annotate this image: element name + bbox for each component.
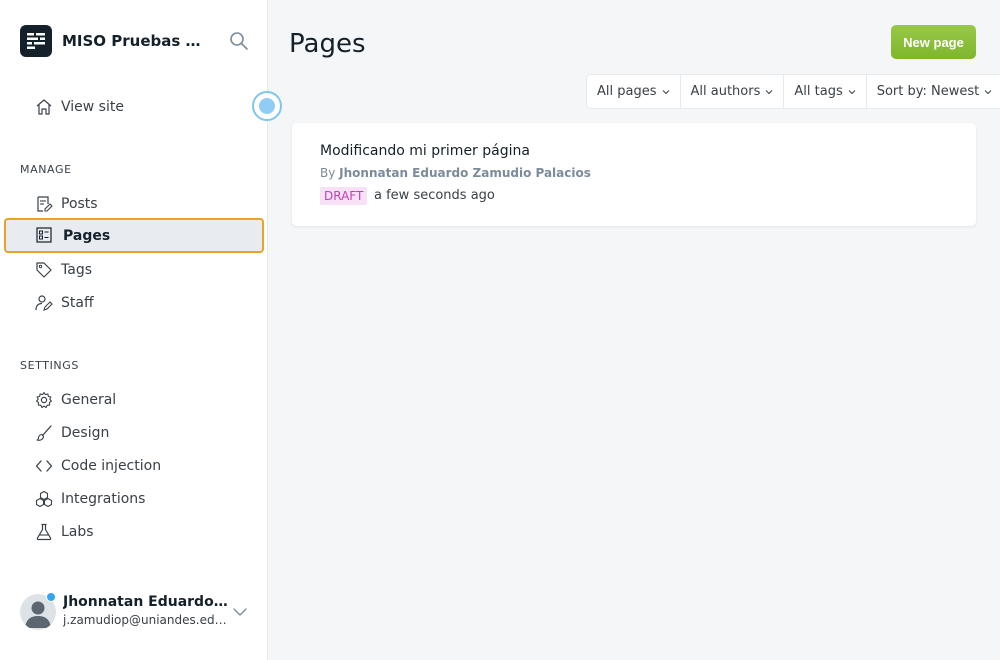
filter-label: All pages	[597, 84, 657, 99]
notification-dot	[46, 592, 56, 602]
sidebar-item-posts[interactable]: Posts	[4, 187, 264, 220]
filter-all-pages[interactable]: All pages	[587, 75, 681, 108]
chevron-down-icon	[766, 89, 773, 94]
filter-label: Sort by: Newest	[876, 84, 980, 99]
code-icon	[35, 460, 53, 472]
chevron-down-icon[interactable]	[232, 604, 248, 620]
filter-sort[interactable]: Sort by: Newest	[867, 75, 1000, 108]
flask-icon	[36, 523, 52, 541]
chevron-down-icon	[848, 89, 856, 94]
brush-icon	[36, 425, 52, 441]
tag-icon	[36, 262, 52, 278]
filter-bar: All pages All authors All tags Sort by: …	[587, 75, 1000, 108]
page-timestamp: a few seconds ago	[374, 188, 495, 203]
manage-section-label: MANAGE	[20, 163, 72, 176]
sidebar-item-general[interactable]: General	[4, 383, 264, 416]
sidebar-item-label: Posts	[61, 195, 98, 212]
sidebar-item-design[interactable]: Design	[4, 416, 264, 449]
sidebar-item-labs[interactable]: Labs	[4, 515, 264, 548]
sidebar-item-label: Staff	[61, 294, 94, 311]
page-author: Jhonnatan Eduardo Zamudio Palacios	[339, 166, 591, 180]
user-menu[interactable]: Jhonnatan Eduardo Za... j.zamudiop@unian…	[20, 592, 260, 632]
staff-icon	[35, 295, 53, 311]
page-author-line: By Jhonnatan Eduardo Zamudio Palacios	[320, 166, 591, 180]
sidebar-item-label: Pages	[63, 227, 111, 244]
view-site-indicator	[252, 91, 282, 121]
brand-logo[interactable]	[20, 25, 52, 57]
page-list-item[interactable]: Modificando mi primer página By Jhonnata…	[292, 123, 976, 226]
sidebar-item-label: Code injection	[61, 457, 162, 474]
pages-icon	[36, 227, 52, 243]
sidebar: MISO Pruebas Aut... View site MANAGE Pos…	[0, 0, 282, 660]
posts-icon	[37, 196, 53, 212]
sidebar-item-code-injection[interactable]: Code injection	[4, 449, 264, 482]
new-page-button[interactable]: New page	[891, 25, 976, 59]
filter-label: All tags	[794, 84, 843, 99]
user-email: j.zamudiop@uniandes.edu...	[63, 613, 228, 627]
sidebar-item-label: Design	[61, 424, 110, 441]
sidebar-item-tags[interactable]: Tags	[4, 253, 264, 286]
sidebar-item-integrations[interactable]: Integrations	[4, 482, 264, 515]
by-prefix: By	[320, 166, 336, 180]
sidebar-item-view-site[interactable]: View site	[4, 90, 264, 123]
search-icon[interactable]	[229, 31, 249, 51]
sidebar-item-label: Labs	[61, 523, 94, 540]
sidebar-item-label: Tags	[61, 261, 92, 278]
sidebar-item-label: View site	[61, 98, 124, 115]
sidebar-item-label: General	[61, 391, 117, 408]
home-icon	[36, 99, 52, 115]
filter-label: All authors	[690, 84, 761, 99]
ghost-logo-icon	[27, 33, 45, 49]
filter-all-authors[interactable]: All authors	[681, 75, 785, 108]
brand-name: MISO Pruebas Aut...	[62, 32, 212, 50]
page-title: Pages	[289, 29, 366, 59]
chevron-down-icon	[662, 89, 669, 94]
brand: MISO Pruebas Aut...	[20, 25, 250, 57]
filter-all-tags[interactable]: All tags	[784, 75, 867, 108]
status-badge: DRAFT	[320, 187, 368, 205]
integrations-icon	[35, 490, 53, 508]
sidebar-item-staff[interactable]: Staff	[4, 286, 264, 319]
gear-icon	[35, 391, 53, 409]
user-name: Jhonnatan Eduardo Za...	[63, 594, 228, 610]
sidebar-item-label: Integrations	[61, 490, 146, 507]
page-title-link[interactable]: Modificando mi primer página	[320, 143, 530, 159]
settings-section-label: SETTINGS	[20, 359, 79, 372]
sidebar-item-pages[interactable]: Pages	[4, 218, 264, 253]
chevron-down-icon	[984, 89, 992, 94]
